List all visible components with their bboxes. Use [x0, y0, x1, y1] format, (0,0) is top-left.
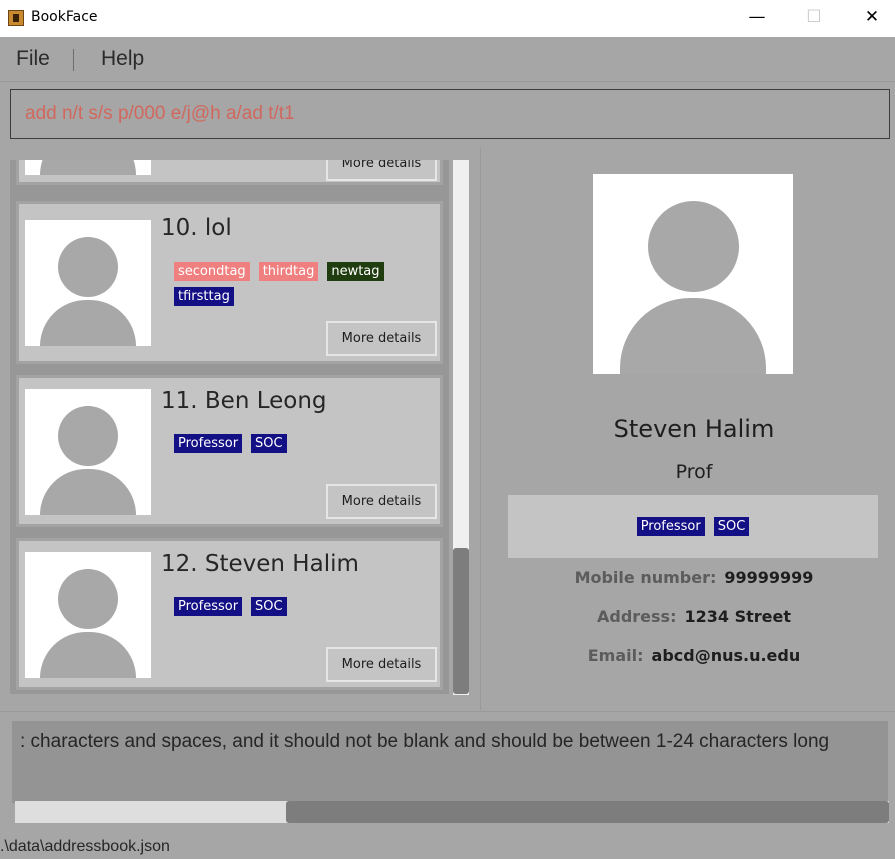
tag-list: Professor SOC — [174, 597, 404, 616]
result-scrollbar-thumb[interactable] — [286, 801, 889, 823]
person-card[interactable]: 11. Ben Leong Professor SOC More details — [16, 375, 443, 527]
menu-help[interactable]: Help — [101, 47, 144, 71]
more-details-button[interactable]: More details — [326, 484, 437, 519]
menu-separator — [73, 49, 74, 71]
tag: secondtag — [174, 262, 250, 281]
tag-list: Professor SOC — [174, 434, 404, 453]
app-icon — [8, 10, 24, 26]
tag: newtag — [327, 262, 384, 281]
person-card[interactable]: More details — [16, 160, 443, 185]
title-bar: BookFace — ☐ ✕ — [0, 0, 895, 37]
person-name: 12. Steven Halim — [161, 551, 359, 577]
email-label: Email: — [587, 646, 644, 665]
detail-name: Steven Halim — [613, 415, 775, 443]
more-details-button[interactable]: More details — [326, 647, 437, 682]
minimize-icon[interactable]: — — [746, 6, 768, 28]
more-details-button[interactable]: More details — [326, 160, 437, 181]
person-name: 11. Ben Leong — [161, 388, 327, 414]
status-bar: .\data\addressbook.json — [0, 829, 895, 859]
menu-bar: File Help — [0, 37, 895, 82]
window-title: BookFace — [31, 9, 98, 25]
mobile-row: Mobile number: 99999999 — [482, 568, 895, 587]
person-name: 10. lol — [161, 215, 232, 241]
person-detail-panel: Steven Halim Prof Professor SOC Mobile n… — [482, 147, 895, 710]
mobile-value: 99999999 — [724, 568, 814, 587]
tag: Professor — [174, 434, 243, 453]
tag: Professor — [636, 517, 705, 536]
tag: tfirsttag — [174, 287, 234, 306]
avatar — [25, 160, 151, 175]
result-text: : characters and spaces, and it should n… — [20, 731, 830, 752]
address-label: Address: — [597, 607, 677, 626]
email-value: abcd@nus.u.edu — [651, 646, 801, 665]
address-row: Address: 1234 Street — [482, 607, 895, 626]
person-list-panel: More details 10. lol secondtag thirdtag … — [0, 147, 481, 710]
result-display[interactable]: : characters and spaces, and it should n… — [12, 721, 888, 803]
avatar — [25, 220, 151, 346]
mobile-label: Mobile number: — [574, 568, 717, 587]
result-display-panel: : characters and spaces, and it should n… — [0, 711, 895, 828]
tag: thirdtag — [258, 262, 319, 281]
more-details-button[interactable]: More details — [326, 321, 437, 356]
close-icon[interactable]: ✕ — [861, 6, 883, 28]
tag: SOC — [713, 517, 750, 536]
person-list[interactable]: More details 10. lol secondtag thirdtag … — [10, 160, 449, 694]
detail-role: Prof — [675, 461, 713, 483]
address-value: 1234 Street — [684, 607, 791, 626]
avatar — [25, 552, 151, 678]
tag: SOC — [251, 434, 287, 453]
detail-tag-list: Professor SOC — [508, 495, 878, 558]
command-input[interactable]: add n/t s/s p/000 e/j@h a/ad t/t1 — [10, 89, 890, 139]
tag-list: secondtag thirdtag newtag tfirsttag — [174, 262, 404, 306]
status-file-path: .\data\addressbook.json — [0, 838, 170, 855]
list-scrollbar-thumb[interactable] — [453, 548, 469, 694]
command-box-container: add n/t s/s p/000 e/j@h a/ad t/t1 — [0, 82, 895, 146]
detail-avatar — [593, 174, 793, 374]
person-card[interactable]: 12. Steven Halim Professor SOC More deta… — [16, 538, 443, 690]
person-card[interactable]: 10. lol secondtag thirdtag newtag tfirst… — [16, 201, 443, 364]
maximize-icon[interactable]: ☐ — [803, 6, 825, 28]
email-row: Email: abcd@nus.u.edu — [482, 646, 895, 665]
tag: Professor — [174, 597, 243, 616]
tag: SOC — [251, 597, 287, 616]
avatar — [25, 389, 151, 515]
menu-file[interactable]: File — [16, 47, 50, 71]
